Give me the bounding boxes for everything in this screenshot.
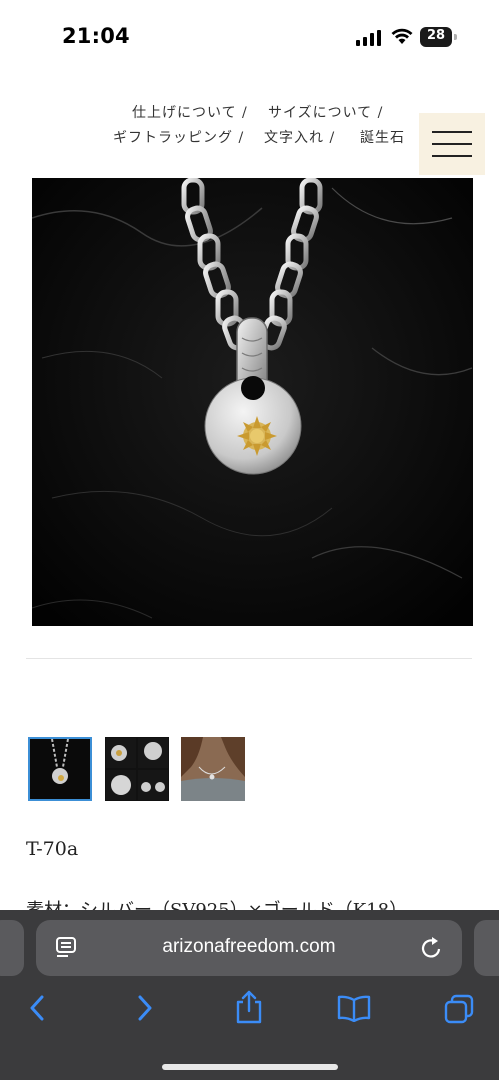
status-bar: 21:04 28 [0, 0, 499, 72]
home-indicator[interactable] [162, 1064, 338, 1070]
product-code: T-70a [26, 838, 79, 860]
tabs-icon[interactable] [444, 994, 474, 1024]
battery-icon: 28 [420, 27, 458, 47]
thumbnail-collage[interactable] [105, 737, 169, 801]
share-icon[interactable] [235, 990, 263, 1024]
nav-link-engraving[interactable]: 文字入れ / [264, 127, 335, 147]
nav-link-size[interactable]: サイズについて / [268, 102, 383, 122]
signal-icon [356, 30, 381, 46]
reload-icon[interactable] [421, 936, 443, 960]
thumbnail-pendant[interactable] [28, 737, 92, 801]
previous-tab-preview[interactable] [0, 920, 24, 976]
hamburger-menu-button[interactable] [419, 113, 485, 175]
product-main-image[interactable] [32, 178, 473, 626]
status-time: 21:04 [62, 24, 130, 48]
address-bar[interactable]: arizonafreedom.com [36, 920, 462, 976]
collage-thumbnail-image [105, 737, 169, 801]
thumbnail-worn[interactable] [181, 737, 245, 801]
pendant-thumbnail-image [30, 739, 90, 799]
battery-level: 28 [426, 28, 446, 43]
worn-thumbnail-image [181, 737, 245, 801]
hamburger-menu-icon [432, 131, 472, 133]
back-icon[interactable] [27, 994, 49, 1022]
forward-icon[interactable] [134, 994, 156, 1022]
browser-toolbar: arizonafreedom.com [0, 910, 499, 1080]
wifi-icon [391, 28, 413, 44]
silver-pendant-necklace-photo [32, 178, 473, 626]
bookmarks-icon[interactable] [337, 994, 371, 1022]
next-tab-preview[interactable] [474, 920, 499, 976]
nav-link-gift-wrapping[interactable]: ギフトラッピング / [113, 127, 244, 147]
url-text: arizonafreedom.com [162, 936, 336, 957]
divider [26, 658, 472, 659]
nav-link-birthstone[interactable]: 誕生石 [360, 127, 405, 147]
nav-link-finish[interactable]: 仕上げについて / [132, 102, 248, 122]
